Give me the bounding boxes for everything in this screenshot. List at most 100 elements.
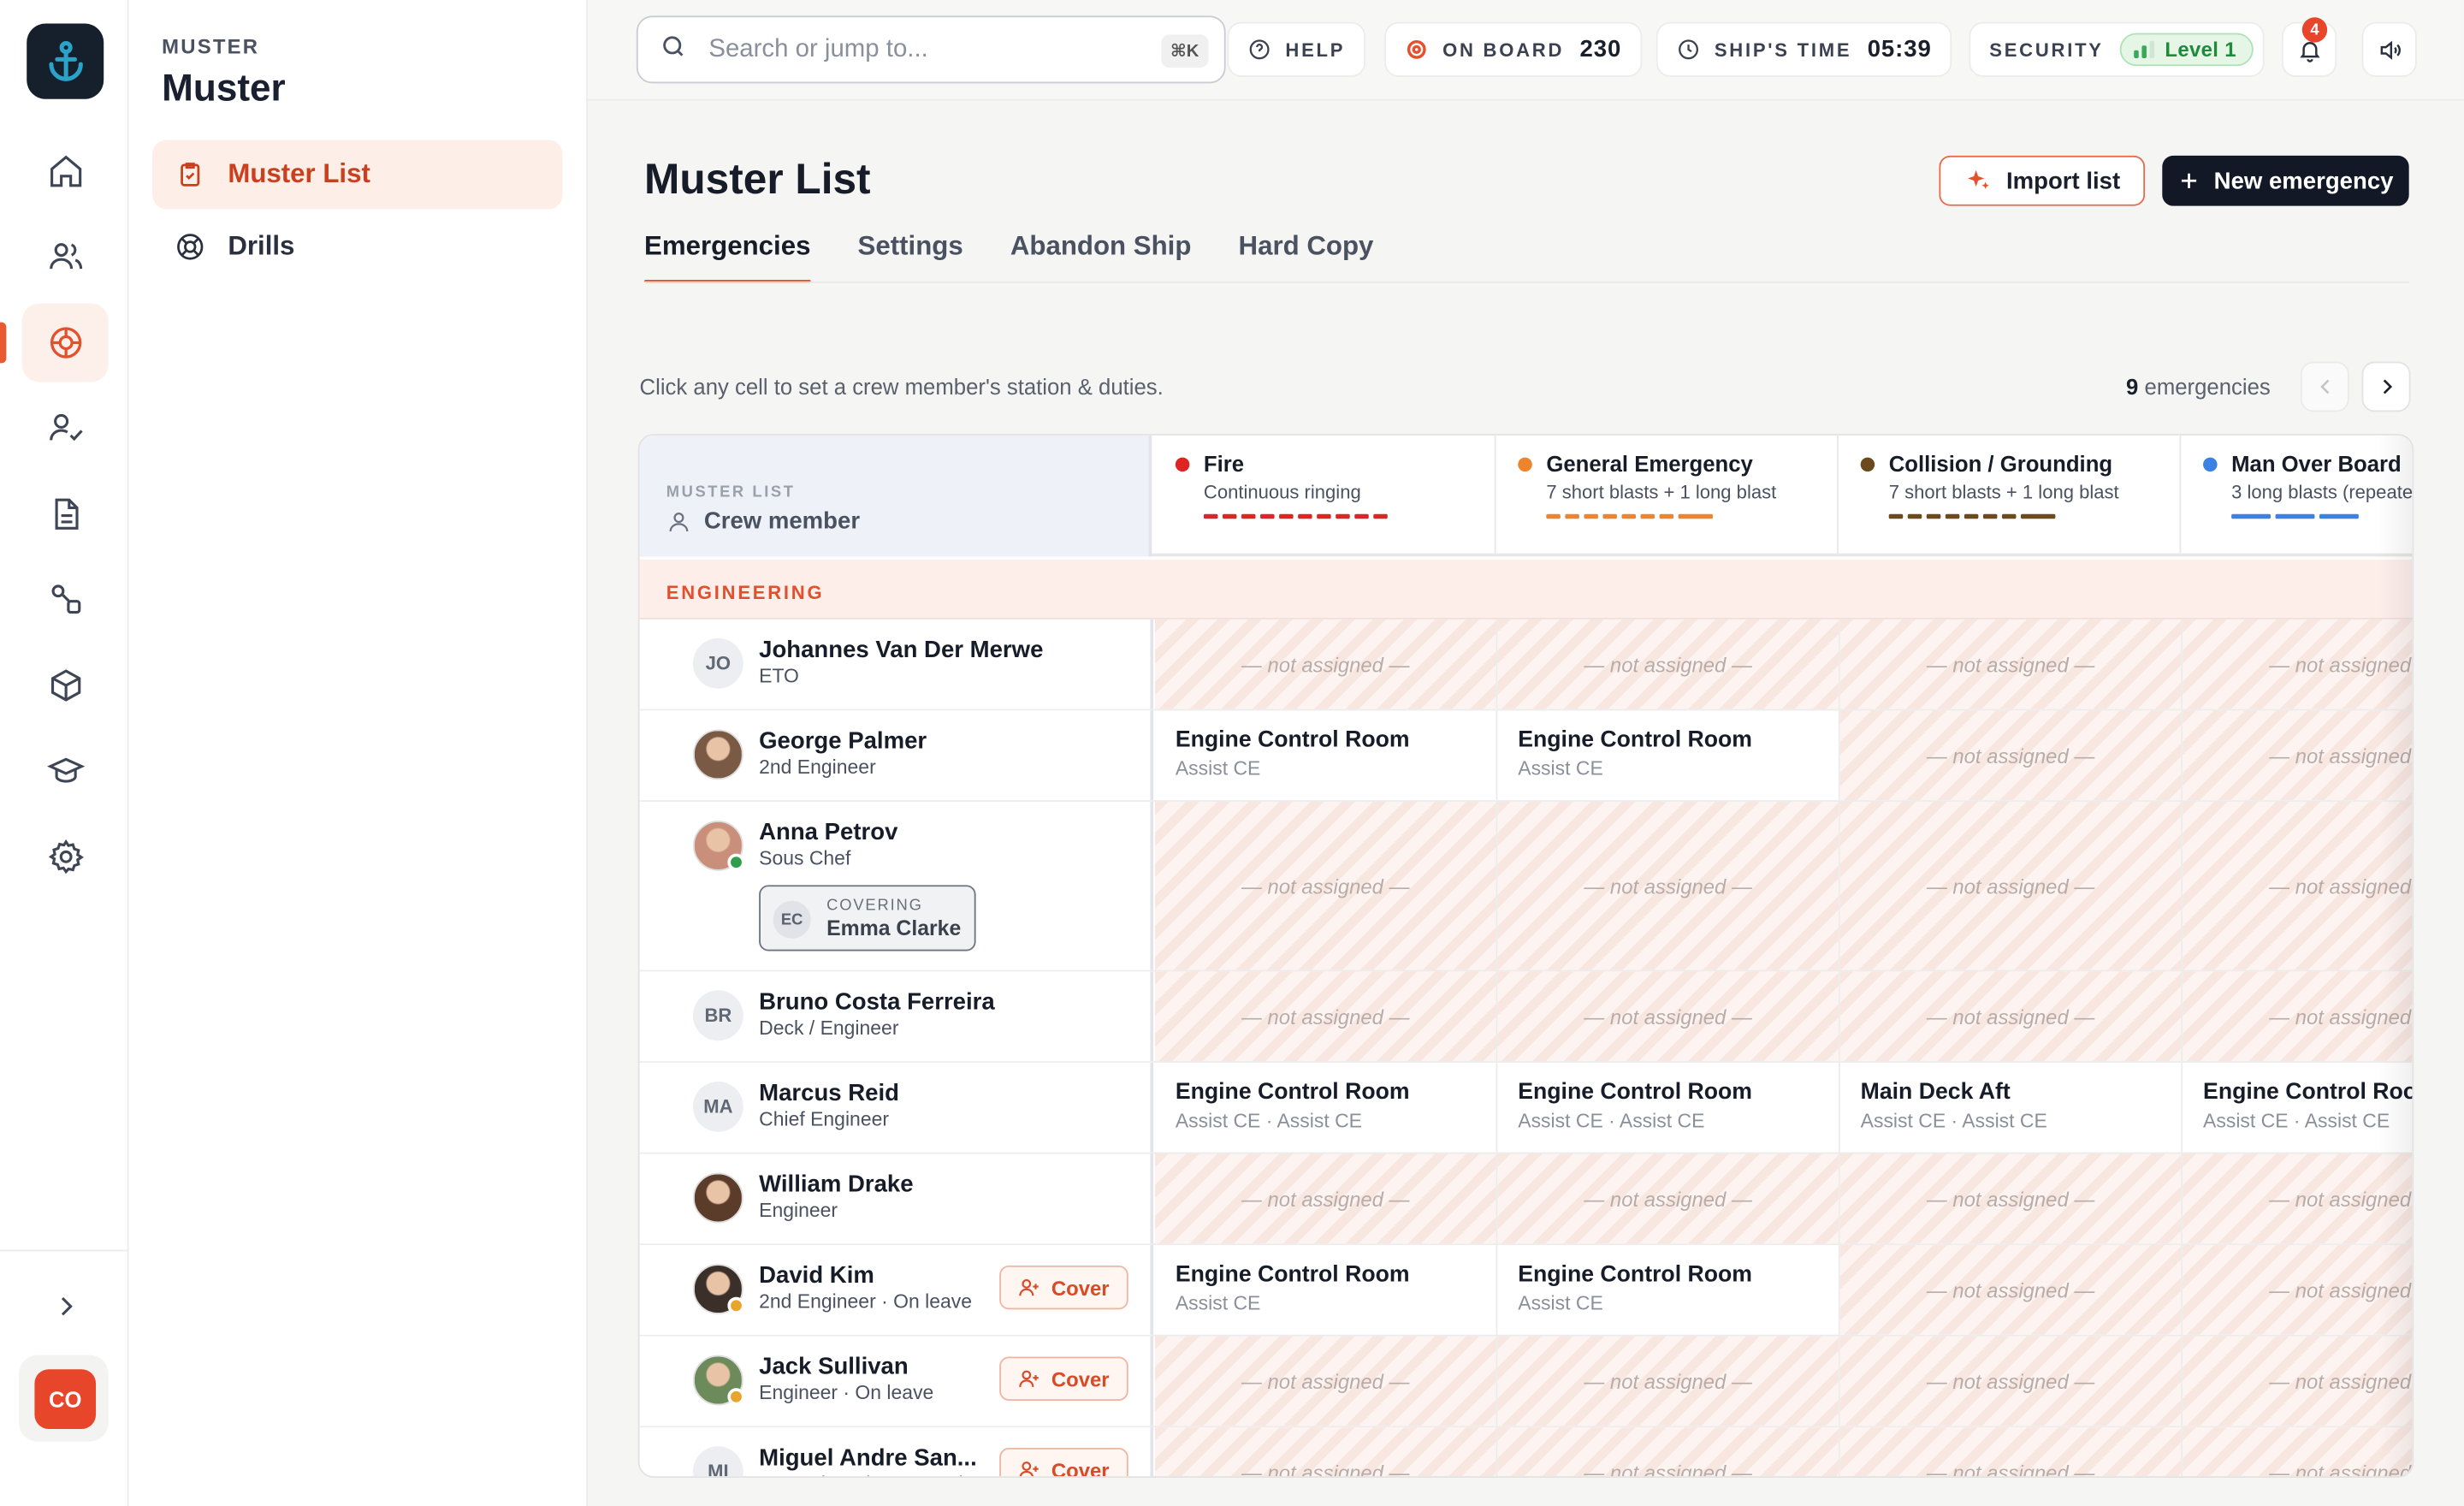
crew-name: Jack Sullivan [759,1353,909,1381]
assignment-cell[interactable]: Engine Control Room Assist CE · Assist CE [1497,1062,1840,1153]
unassigned-cell[interactable]: — not assigned — [1497,971,1840,1062]
chevron-right-icon[interactable] [22,1267,109,1346]
prev-page-button[interactable] [2300,361,2349,412]
tab-abandon-ship[interactable]: Abandon Ship [1010,223,1192,283]
unassigned-cell[interactable]: — not assigned — [1154,971,1498,1062]
emergency-column-header[interactable]: General Emergency 7 short blasts + 1 long… [1496,435,1839,557]
signal-bars-icon [2133,40,2154,58]
crew-cell[interactable]: MA Marcus Reid Chief Engineer [639,1062,1154,1153]
signal-segment [1260,513,1275,519]
covering-name: Emma Clarke [826,916,962,940]
assignment-cell[interactable]: Engine Control Room Assist CE [1497,710,1840,801]
scroll-fade [2377,435,2413,1477]
workflow-icon[interactable] [22,560,109,638]
emergency-signal: 7 short blasts + 1 long blast [1888,481,2119,503]
covering-chip[interactable]: EC COVERING Emma Clarke [759,885,976,952]
unassigned-cell[interactable]: — not assigned — [1154,1336,1498,1426]
station-name: Engine Control Room [1518,1080,1752,1106]
crew-cell[interactable]: George Palmer 2nd Engineer [639,710,1154,801]
help-button[interactable]: HELP [1227,21,1366,78]
assignment-cell[interactable]: Main Deck Aft Assist CE · Assist CE [1840,1062,2183,1153]
unassigned-cell[interactable]: — not assigned — [1839,971,2183,1062]
crew-cell[interactable]: Anna Petrov Sous Chef EC COVERING Emma Clark… [639,801,1154,970]
tab-settings[interactable]: Settings [858,223,963,283]
side-item-muster-list[interactable]: Muster List [152,139,563,210]
ships-time-pill[interactable]: SHIP'S TIME 05:39 [1656,21,1952,78]
crew-avatar [692,1264,745,1314]
new-emergency-button[interactable]: New emergency [2162,155,2409,206]
signal-segment [1926,513,1941,519]
lifebuoy-icon[interactable] [21,303,109,382]
side-item-drills[interactable]: Drills [152,212,562,282]
crew-cell[interactable]: Jack Sullivan Engineer · On leave Cover [639,1336,1154,1426]
unassigned-cell[interactable]: — not assigned — [1839,1153,2183,1244]
assignment-cell[interactable]: Engine Control Room Assist CE · Assist CE [1155,1062,1498,1153]
notification-count: 4 [2301,17,2328,43]
signal-segment [1317,513,1331,519]
table-row: Jack Sullivan Engineer · On leave Cover — n… [639,1336,2413,1428]
side-item-label: Drills [228,231,295,261]
unassigned-cell[interactable]: — not assigned — [1839,801,2183,970]
not-assigned-text: — not assigned — [1241,874,1410,898]
cover-button[interactable]: Cover [999,1448,1128,1477]
assignment-cell[interactable]: Engine Control Room Assist CE [1155,1245,1498,1335]
crew-icon[interactable] [22,217,109,296]
crew-role: Sous Chef [759,847,851,869]
unassigned-cell[interactable]: — not assigned — [1497,619,1840,709]
search-input[interactable]: Search or jump to... ⌘K [636,15,1226,84]
security-pill[interactable]: SECURITY Level 1 [1969,21,2266,78]
next-page-button[interactable] [2361,361,2411,412]
import-list-button[interactable]: Import list [1939,155,2146,206]
unassigned-cell[interactable]: — not assigned — [1497,1427,1840,1477]
clock-icon [1677,38,1701,62]
unassigned-cell[interactable]: — not assigned — [1154,801,1498,970]
anchor-logo-icon[interactable] [27,23,104,99]
not-assigned-text: — not assigned — [1241,1187,1410,1211]
cover-button[interactable]: Cover [999,1356,1128,1401]
assignment-cell[interactable]: Engine Control Room Assist CE [1497,1245,1840,1335]
tab-emergencies[interactable]: Emergencies [644,223,810,283]
unassigned-cell[interactable]: — not assigned — [1839,710,2183,801]
user-avatar[interactable]: CO [34,1369,97,1430]
tab-hard-copy[interactable]: Hard Copy [1239,223,1374,283]
unassigned-cell[interactable]: — not assigned — [1839,1336,2183,1426]
sound-button[interactable] [2361,21,2417,78]
crew-cell[interactable]: JO Johannes Van Der Merwe ETO [639,619,1154,709]
user-check-icon[interactable] [22,388,109,467]
home-icon[interactable] [22,132,109,210]
emergency-column-header[interactable]: Fire Continuous ringing [1153,435,1496,557]
on-board-pill[interactable]: ON BOARD 230 [1384,21,1643,78]
notifications-button[interactable]: 4 [2281,17,2337,78]
unassigned-cell[interactable]: — not assigned — [1154,1427,1498,1477]
cube-icon[interactable] [22,646,109,725]
unassigned-cell[interactable]: — not assigned — [1839,1245,2183,1335]
crew-cell[interactable]: William Drake Engineer [639,1153,1154,1244]
lifebuoy-icon [175,231,206,263]
unassigned-cell[interactable]: — not assigned — [1839,1427,2183,1477]
not-assigned-text: — not assigned — [1584,1369,1752,1393]
emergency-column-header[interactable]: Collision / Grounding 7 short blasts + 1 … [1839,435,2182,557]
cover-button[interactable]: Cover [999,1265,1128,1310]
unassigned-cell[interactable]: — not assigned — [1497,1336,1840,1426]
settings-icon[interactable] [22,817,109,896]
search-icon [660,33,686,67]
page-title: Muster List [644,155,871,203]
cover-label: Cover [1051,1367,1110,1391]
unassigned-cell[interactable]: — not assigned — [1497,1153,1840,1244]
graduation-icon[interactable] [22,731,109,809]
document-icon[interactable] [22,475,109,554]
crew-role: Deck / Engineer [759,1017,899,1040]
crew-cell[interactable]: BR Bruno Costa Ferreira Deck / Engineer [639,971,1154,1062]
signal-segment [2020,513,2056,519]
assignment-cell[interactable]: Engine Control Room Assist CE [1155,710,1498,801]
unassigned-cell[interactable]: — not assigned — [1839,619,2183,709]
unassigned-cell[interactable]: — not assigned — [1154,1153,1498,1244]
station-name: Engine Control Room [1175,1080,1410,1106]
icon-rail: CO [0,0,129,1506]
crew-name: Anna Petrov [759,819,898,846]
unassigned-cell[interactable]: — not assigned — [1154,619,1498,709]
tab-divider [644,281,2409,283]
crew-cell[interactable]: MI Miguel Andre San...Second Engineer · O… [639,1427,1154,1477]
crew-cell[interactable]: David Kim 2nd Engineer · On leave Cover [639,1245,1154,1335]
unassigned-cell[interactable]: — not assigned — [1497,801,1840,970]
